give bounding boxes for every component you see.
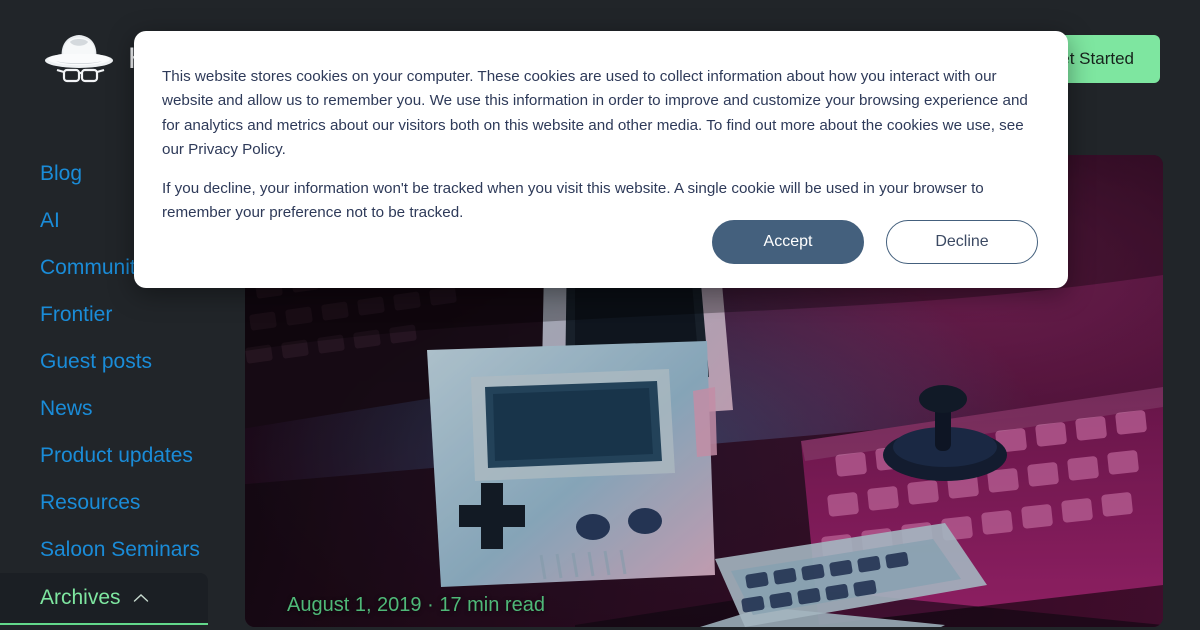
sidebar-item-archives-label: Archives xyxy=(40,586,121,609)
cookie-paragraph-1: This website stores cookies on your comp… xyxy=(162,68,1028,158)
cookie-paragraph-2: If you decline, your information won't b… xyxy=(162,180,984,222)
cookie-button-group: Accept Decline xyxy=(712,220,1038,264)
sidebar-item-resources[interactable]: Resources xyxy=(0,479,230,526)
sidebar-item-archives[interactable]: Archives xyxy=(0,573,208,625)
sidebar-item-news[interactable]: News xyxy=(0,385,230,432)
article-meta: August 1, 2019 · 17 min read xyxy=(287,594,545,616)
chevron-up-icon xyxy=(133,594,148,602)
cookie-consent-banner: This website stores cookies on your comp… xyxy=(134,31,1068,288)
sidebar-item-guest-posts[interactable]: Guest posts xyxy=(0,338,230,385)
accept-cookies-button[interactable]: Accept xyxy=(712,220,864,264)
sidebar-item-product-updates[interactable]: Product updates xyxy=(0,432,230,479)
cowboy-hat-glasses-logo-icon xyxy=(45,35,113,83)
page-root: HubSpot Get Started Blog AI Community Fr… xyxy=(0,0,1200,630)
sidebar-item-saloon-seminars[interactable]: Saloon Seminars xyxy=(0,526,230,573)
sidebar-item-frontier[interactable]: Frontier xyxy=(0,291,230,338)
decline-cookies-button[interactable]: Decline xyxy=(886,220,1038,264)
